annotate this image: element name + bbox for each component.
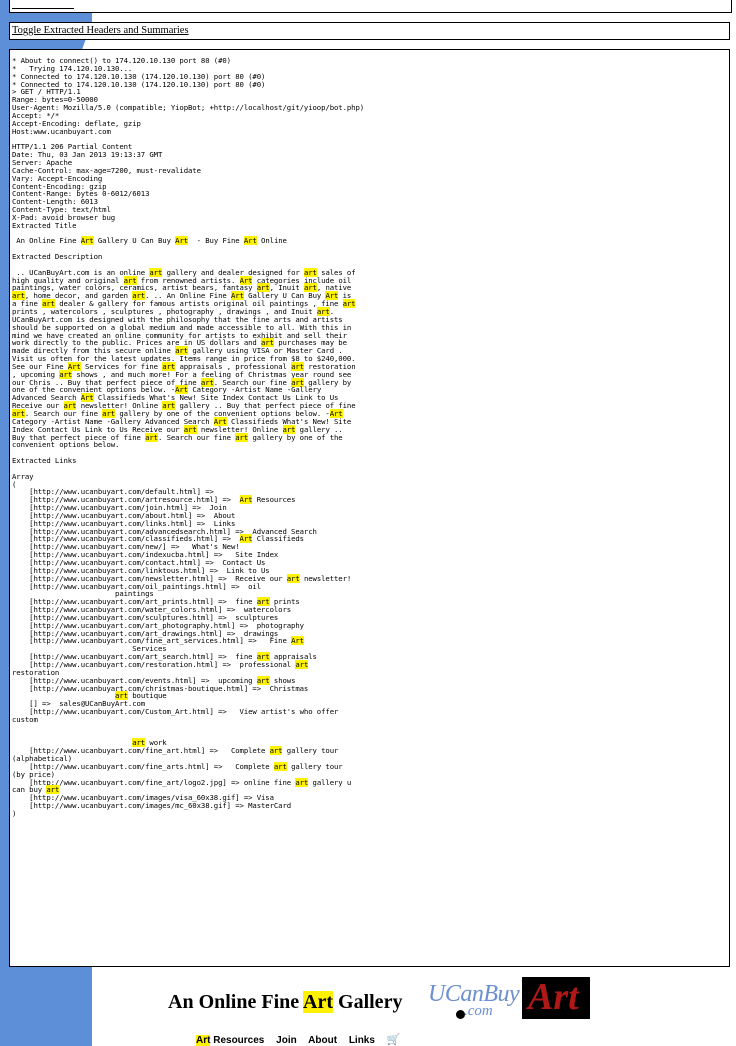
footer-title-after: Gallery xyxy=(333,991,403,1013)
log-line: Extracted Title xyxy=(12,220,77,230)
top-result-box xyxy=(9,0,732,13)
keyword-highlight: art xyxy=(235,432,249,442)
log-line: Extracted Links xyxy=(12,456,77,466)
log-line: Extracted Description xyxy=(12,252,103,262)
keyword-highlight: art xyxy=(269,746,283,756)
nav-join[interactable]: Join xyxy=(276,1035,297,1046)
logo-com-text: .com xyxy=(464,1003,493,1019)
toggle-box: Toggle Extracted Headers and Summaries xyxy=(9,22,730,40)
logo-art-text: Art xyxy=(528,976,579,1018)
keyword-highlight: Art xyxy=(239,534,253,544)
log-line: An Online Fine Art Gallery U Can Buy Art… xyxy=(12,236,287,246)
log-line: ) xyxy=(12,809,17,818)
top-link-underline xyxy=(12,8,74,9)
log-line: [http://www.ucanbuyart.com/Custom_Art.ht… xyxy=(12,707,339,717)
toggle-headers-link[interactable]: Toggle Extracted Headers and Summaries xyxy=(12,25,189,36)
footer-title-highlight: Art xyxy=(303,991,334,1013)
keyword-highlight: art xyxy=(145,432,158,442)
keyword-highlight: art xyxy=(295,777,309,787)
footer-blue-band xyxy=(0,967,92,1046)
site-footer: An Online Fine Art Gallery UCanBuy .com … xyxy=(0,967,736,1046)
keyword-highlight: Art xyxy=(175,236,189,246)
extracted-output-panel: * About to connect() to 174.120.10.130 p… xyxy=(9,49,730,967)
keyword-highlight: Art xyxy=(243,236,257,246)
footer-nav: Art Resources Join About Links 🛒 xyxy=(196,1033,400,1046)
log-line: custom xyxy=(12,714,38,724)
shopping-cart-icon[interactable]: 🛒 xyxy=(387,1033,401,1046)
keyword-highlight: art xyxy=(342,299,356,309)
nav-about[interactable]: About xyxy=(308,1035,337,1046)
nav-links[interactable]: Links xyxy=(349,1035,375,1046)
ucanbuyart-logo[interactable]: UCanBuy .com Art xyxy=(428,976,590,1023)
keyword-highlight: Art xyxy=(239,495,253,505)
keyword-highlight: art xyxy=(273,761,287,771)
nav-art-highlight: Art xyxy=(196,1035,211,1046)
log-line: Host:www.ucanbuyart.com xyxy=(12,126,111,136)
keyword-highlight: Art xyxy=(291,636,304,646)
log-line: convenient options below. xyxy=(12,440,120,450)
keyword-highlight: Art xyxy=(80,236,94,246)
footer-title-before: An Online Fine xyxy=(168,991,304,1013)
log-line: [http://www.ucanbuyart.com/fine_arts.htm… xyxy=(12,761,343,771)
footer-title: An Online Fine Art Gallery xyxy=(168,991,402,1014)
keyword-highlight: art xyxy=(295,659,309,669)
log-line: User-Agent: Mozilla/5.0 (compatible; Yio… xyxy=(12,103,365,113)
keyword-highlight: art xyxy=(286,573,300,583)
crawl-log-text: * About to connect() to 174.120.10.130 p… xyxy=(10,50,729,818)
nav-art-resources-label: Resources xyxy=(210,1035,265,1046)
log-line: [http://www.ucanbuyart.com/images/mc_60x… xyxy=(12,801,292,811)
log-line: [http://www.ucanbuyart.com/fine_art/logo… xyxy=(12,777,352,787)
nav-art-resources[interactable]: Art Resources xyxy=(196,1035,264,1046)
